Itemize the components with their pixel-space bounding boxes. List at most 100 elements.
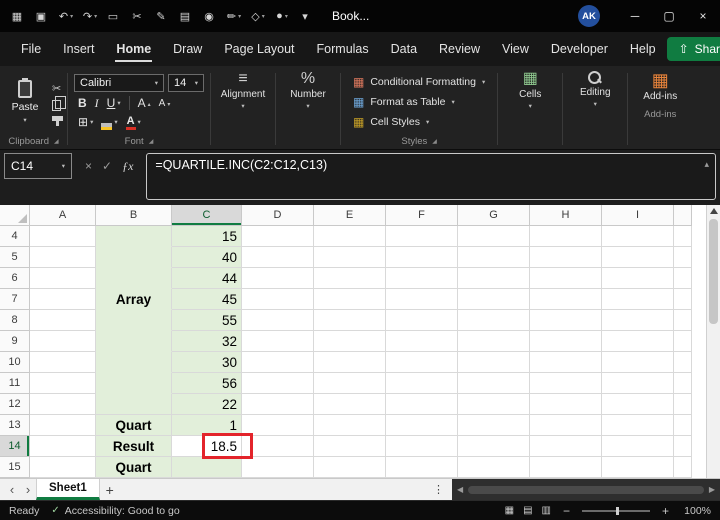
cell[interactable] [386, 394, 458, 415]
cell[interactable] [602, 352, 674, 373]
font-color-button[interactable]: A ▾ [122, 114, 145, 130]
formula-input[interactable]: =QUARTILE.INC(C2:C12,C13) ▴ [146, 153, 716, 200]
format-painter-icon[interactable]: ✎ [150, 10, 174, 23]
cell[interactable] [314, 310, 386, 331]
row-header[interactable]: 4 [0, 226, 30, 247]
app-icon[interactable]: ▦ [6, 10, 30, 23]
tab-review[interactable]: Review [428, 32, 491, 66]
cell[interactable]: 1 [172, 415, 242, 436]
vertical-scrollbar[interactable] [706, 205, 720, 478]
cell[interactable] [96, 373, 172, 394]
cell[interactable] [242, 457, 314, 478]
cell[interactable] [386, 352, 458, 373]
row-header[interactable]: 7 [0, 289, 30, 310]
cut-button[interactable]: ✂ [52, 83, 63, 95]
minimize-button[interactable]: ─ [618, 0, 652, 32]
cells-button[interactable]: ▦ Cells ▾ [502, 71, 558, 114]
cell[interactable] [530, 373, 602, 394]
column-header[interactable]: D [242, 205, 314, 226]
record-macro-icon[interactable]: ● ▾ [270, 10, 294, 22]
cell[interactable] [602, 373, 674, 394]
row-header[interactable]: 5 [0, 247, 30, 268]
conditional-formatting-button[interactable]: ▦ Conditional Formatting ▾ [353, 74, 485, 91]
cell[interactable] [96, 226, 172, 247]
tab-formulas[interactable]: Formulas [306, 32, 380, 66]
copy-icon[interactable]: ▭ [102, 10, 126, 23]
cell[interactable] [242, 268, 314, 289]
sheet-tab-sheet1[interactable]: Sheet1 [36, 479, 100, 500]
zoom-slider[interactable] [581, 506, 650, 515]
cell[interactable]: 15 [172, 226, 242, 247]
zoom-in-button[interactable]: + [662, 504, 669, 518]
normal-view-icon[interactable]: ▦ [505, 505, 514, 516]
cell[interactable] [674, 436, 692, 457]
cell[interactable] [242, 394, 314, 415]
cell[interactable] [30, 415, 96, 436]
cell[interactable] [30, 436, 96, 457]
cell[interactable] [30, 226, 96, 247]
cell[interactable] [96, 394, 172, 415]
cell[interactable] [458, 331, 530, 352]
camera-icon[interactable]: ◉ [198, 10, 222, 23]
cell[interactable] [314, 289, 386, 310]
row-header[interactable]: 13 [0, 415, 30, 436]
cell[interactable] [674, 247, 692, 268]
sheet-more-icon[interactable]: ⋮ [425, 483, 452, 496]
cell[interactable] [314, 352, 386, 373]
more-commands-icon[interactable]: ▾ [294, 10, 318, 23]
horizontal-scrollbar[interactable]: ◀ ▶ [452, 478, 720, 501]
fill-color-button[interactable]: ▾ [97, 114, 121, 130]
increase-font-button[interactable]: A ▴ [134, 95, 155, 111]
cell[interactable] [458, 373, 530, 394]
cell[interactable] [602, 394, 674, 415]
cell[interactable] [242, 247, 314, 268]
cell[interactable]: 22 [172, 394, 242, 415]
page-layout-view-icon[interactable]: ▤ [523, 505, 532, 516]
horizontal-scroll-thumb[interactable] [468, 485, 704, 494]
cell[interactable] [386, 331, 458, 352]
scroll-up-icon[interactable] [710, 208, 718, 214]
cell[interactable] [386, 247, 458, 268]
scroll-right-icon[interactable]: ▶ [709, 485, 715, 494]
cell[interactable]: 45 [172, 289, 242, 310]
paste-button[interactable]: Paste ▾ [4, 71, 46, 133]
underline-button[interactable]: U ▾ [103, 95, 125, 111]
cell[interactable]: Quart [96, 457, 172, 478]
cell[interactable] [674, 268, 692, 289]
sheet-nav-left-icon[interactable]: ‹ [4, 480, 20, 500]
tab-data[interactable]: Data [380, 32, 428, 66]
decrease-font-button[interactable]: A ▾ [155, 95, 175, 111]
cancel-icon[interactable]: × [85, 159, 92, 173]
font-dialog-launcher-icon[interactable]: ◢ [149, 138, 154, 145]
formula-bar-collapse-icon[interactable]: ▴ [704, 159, 709, 170]
cell[interactable] [674, 289, 692, 310]
cell[interactable] [314, 331, 386, 352]
font-size-select[interactable]: 14 ▾ [168, 74, 204, 92]
cell[interactable] [458, 394, 530, 415]
cell[interactable] [674, 226, 692, 247]
cell[interactable] [386, 226, 458, 247]
insert-function-icon[interactable]: ƒx [122, 159, 133, 174]
accessibility-status[interactable]: ✓ Accessibility: Good to go [51, 505, 179, 517]
cell[interactable] [386, 436, 458, 457]
cell[interactable] [458, 247, 530, 268]
cell[interactable] [530, 268, 602, 289]
cell[interactable] [674, 394, 692, 415]
cell[interactable]: Array [96, 289, 172, 310]
share-button[interactable]: ⇧ Share ▾ [666, 37, 720, 61]
editing-button[interactable]: Editing ▾ [567, 71, 623, 112]
cell[interactable] [386, 415, 458, 436]
cell-styles-button[interactable]: ▦ Cell Styles ▾ [353, 114, 485, 131]
tab-view[interactable]: View [491, 32, 540, 66]
cell[interactable] [314, 415, 386, 436]
maximize-button[interactable]: ▢ [652, 0, 686, 32]
format-as-table-button[interactable]: ▦ Format as Table ▾ [353, 94, 485, 111]
cell[interactable] [530, 457, 602, 478]
cell[interactable] [602, 268, 674, 289]
format-painter-button[interactable] [52, 115, 63, 126]
cell[interactable]: 32 [172, 331, 242, 352]
cell[interactable] [458, 352, 530, 373]
cell[interactable] [386, 310, 458, 331]
row-header[interactable]: 9 [0, 331, 30, 352]
vertical-scroll-thumb[interactable] [709, 219, 718, 324]
